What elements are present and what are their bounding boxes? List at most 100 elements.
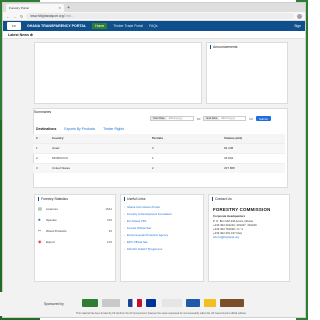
destinations-table: # Country Permits Volume (m3) 1 Israel 2… [33,134,285,173]
logo-text: FC [12,24,16,28]
sponsor-logo [102,299,120,307]
end-date-field[interactable]: End Date dd/mm/yyyy [203,116,247,121]
stat-export: ◉ Export 106 [35,236,115,247]
stat-value: 106 [106,239,112,244]
table-row: 1 Israel 2 84.208 [33,142,285,153]
close-tab-icon[interactable]: ✕ [58,6,61,10]
useful-link[interactable]: Forests Official Site [121,224,203,231]
end-date-input[interactable]: dd/mm/yyyy [219,117,245,120]
table-cell: 2 [149,162,221,173]
footer-note: This material has been funded by UK aid … [76,312,246,315]
stat-species: ♣ Species 160 [35,214,115,225]
profile-avatar[interactable] [297,13,302,19]
sponsor-logo [162,299,182,307]
table-cell: 2 [149,142,221,153]
useful-link[interactable]: FAO EU FLEGT Programme [121,245,203,252]
stat-label: Wood Products [46,228,67,233]
contact-card: Contact Us FORESTRY COMMISSION Corporate… [208,194,290,282]
submit-button[interactable]: Submit [256,116,271,121]
column-header: Country [49,134,149,143]
start-date-label: Start Date [151,117,167,120]
column-header: # [33,134,49,143]
table-cell: United States [49,162,149,173]
sponsor-logo [204,299,216,307]
table-cell: 297.868 [221,162,285,173]
table-cell: 1 [33,142,49,153]
sponsor-logo [186,299,200,307]
reload-icon[interactable]: ↻ [20,14,23,19]
calendar-icon[interactable]: ▭ [249,116,253,121]
start-date-input[interactable]: dd/mm/yyyy [167,117,193,120]
stat-label: Species [46,217,57,222]
stat-label: Export [46,239,55,244]
useful-link[interactable]: Environmental Protection Agency [121,231,203,238]
useful-link[interactable]: EPO Official Site [121,238,203,245]
tab-exports-by-products[interactable]: Exports By Products [64,127,95,131]
sponsor-logo [220,299,244,307]
nav-faqs[interactable]: FAQs [149,24,157,28]
sign-in-link[interactable]: Sign [294,24,301,28]
site-brand[interactable]: GHANA TRANSPARENCY PORTAL [27,24,86,28]
table-cell: Israel [49,142,149,153]
product-icon: ✂ [38,228,42,234]
contact-org: FORESTRY COMMISSION [213,207,271,213]
export-icon: ◉ [38,239,42,245]
summaries-title: Summaries [34,110,52,114]
contact-body: FORESTRY COMMISSION Corporate Headquarte… [209,203,289,241]
back-icon[interactable]: ← [6,14,10,19]
uk-flag-icon [128,299,142,307]
site-logo[interactable]: FC [7,22,21,30]
table-cell: 84.208 [221,142,285,153]
forward-icon[interactable]: → [13,14,17,19]
table-cell: 2 [33,152,49,163]
tab-timber-rights[interactable]: Timber Rights [103,127,124,131]
end-date-label: End Date [204,117,220,120]
useful-link[interactable]: Forestry & Development Foundation [121,210,203,217]
useful-links-card: Useful Links Ghana Commission Portal For… [120,194,204,282]
table-cell: 33.842 [221,152,285,163]
stat-wood-products: ✂ Wood Products 36 [35,225,115,236]
tree-icon: ♣ [38,217,41,223]
url-host: www.fctighanasport.org [30,14,64,18]
url-path: /Dest... [63,14,74,18]
browser-tab[interactable]: Forestry Portal ✕ [6,3,64,12]
stat-licences: ▤ Licences 1542 [35,203,115,214]
announcements-title: Announcements [207,43,287,51]
nav-timber-trade-portal[interactable]: Timber Trade Portal [113,24,143,28]
tab-bar: Forestry Portal ✕ + [3,3,305,12]
url-input[interactable]: www.fctighanasport.org /Dest... [26,13,294,19]
useful-link[interactable]: EU-Ghana VPA [121,217,203,224]
forestry-statistics-title: Forestry Statistics [35,195,115,203]
nav-home[interactable]: Home [92,23,108,29]
column-header: Permits [149,134,221,143]
column-header: Volume (m3) [221,134,285,143]
stat-label: Licences [46,206,58,211]
date-filters: Start Date dd/mm/yyyy ▭ End Date dd/mm/y… [150,116,271,121]
start-date-field[interactable]: Start Date dd/mm/yyyy [150,116,194,121]
table-cell: 3 [33,162,49,173]
new-tab-button[interactable]: + [67,5,70,11]
sponsor-logo [82,299,98,307]
news-card [34,42,202,104]
lumber-icon: ▤ [38,206,42,212]
table-row: 3 United States 2 297.868 [33,162,285,173]
table-header-row: # Country Permits Volume (m3) [33,134,285,143]
contact-title: Contact Us [209,195,289,203]
sponsored-by-label: Sponsored by [44,302,64,306]
table-cell: MOROCCO [49,152,149,163]
eu-flag-icon [146,299,156,307]
latest-news-bar[interactable]: Latest News ⊕ [3,31,305,39]
calendar-icon[interactable]: ▭ [197,116,201,121]
useful-links-title: Useful Links [121,195,203,203]
table-row: 2 MOROCCO 1 33.842 [33,152,285,163]
forestry-statistics-card: Forestry Statistics ▤ Licences 1542 ♣ Sp… [34,194,116,282]
tab-title: Forestry Portal [9,5,29,10]
tab-destinations[interactable]: Destinations [36,127,56,131]
contact-email[interactable]: info.hq@fcghana.org [213,235,285,239]
stat-value: 160 [106,217,112,222]
table-cell: 1 [149,152,221,163]
useful-link[interactable]: Ghana Commission Portal [121,203,203,210]
site-navbar: FC GHANA TRANSPARENCY PORTAL Home Timber… [3,21,305,31]
summaries-tabs: Destinations Exports By Products Timber … [36,127,124,131]
announcements-card: Announcements [206,42,288,104]
